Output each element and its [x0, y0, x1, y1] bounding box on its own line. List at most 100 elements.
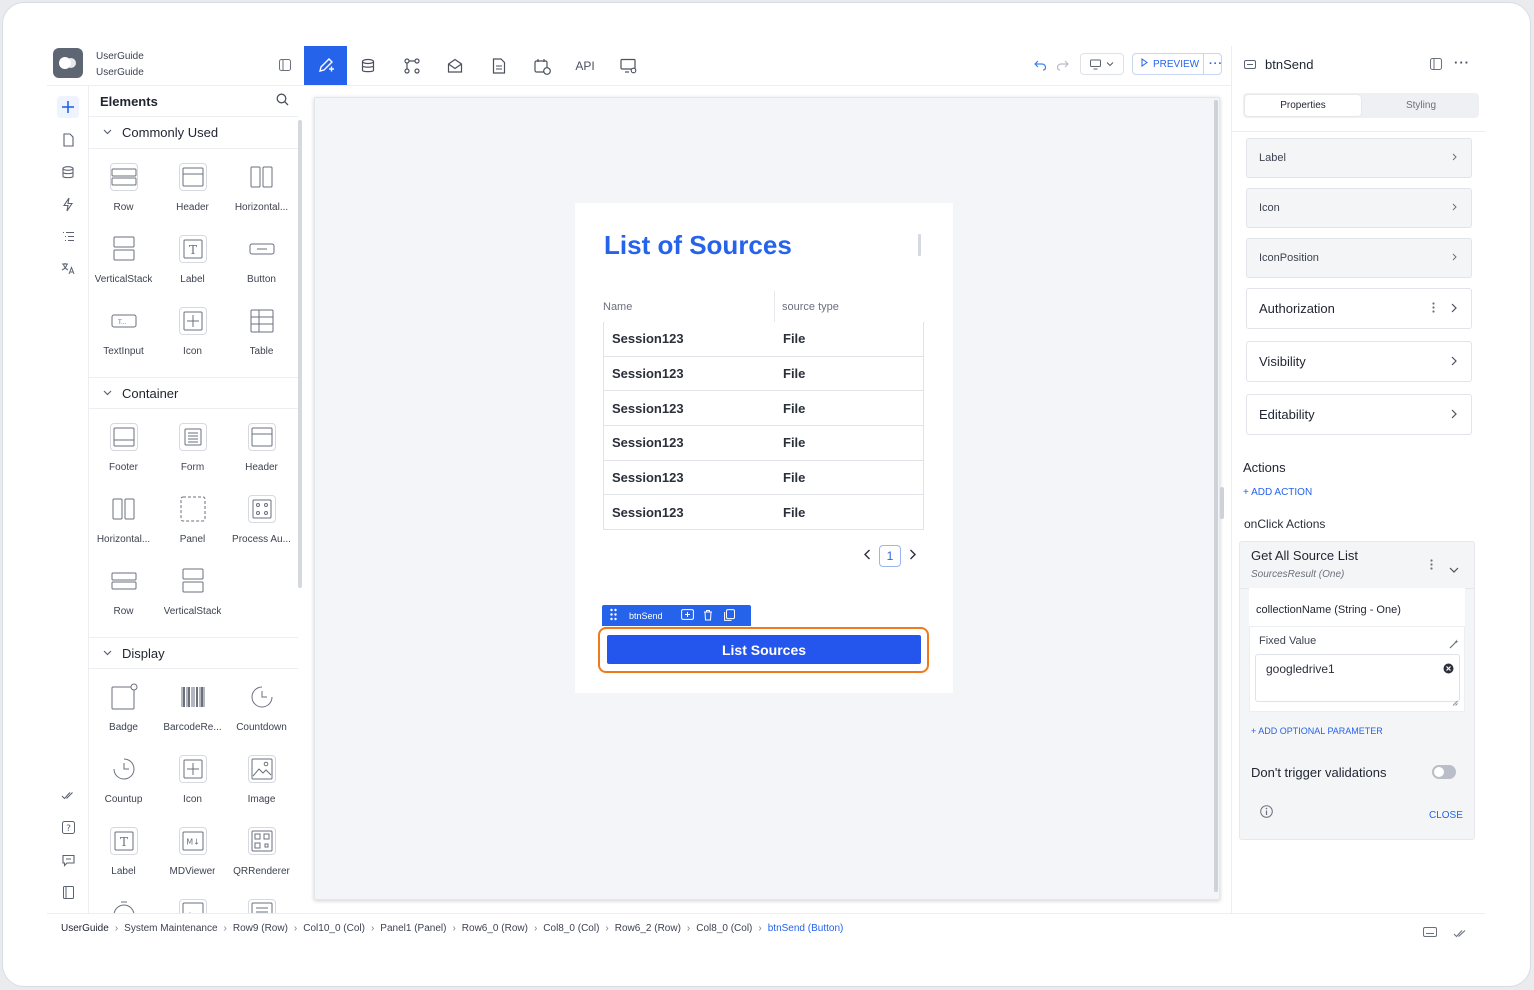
drag-handle-icon[interactable] — [610, 608, 617, 623]
element-label[interactable]: T Label — [158, 229, 227, 301]
element-icon[interactable]: Icon — [158, 749, 227, 821]
breadcrumb-item[interactable]: Col10_0 (Col) — [303, 923, 365, 934]
breadcrumb-item[interactable]: Col8_0 (Col) — [696, 923, 752, 934]
param-value-input[interactable]: googledrive1 — [1255, 654, 1460, 706]
info-icon[interactable] — [1260, 805, 1273, 823]
element-process-automation[interactable]: Process Au... — [227, 489, 296, 561]
breadcrumb-item[interactable]: Col8_0 (Col) — [543, 923, 599, 934]
more-options-icon[interactable]: ··· — [1209, 58, 1223, 70]
prop-iconposition[interactable]: IconPosition — [1246, 238, 1472, 278]
column-header-source-type[interactable]: source type — [775, 301, 839, 313]
element-footer[interactable]: Footer — [89, 417, 158, 489]
data-icon[interactable] — [57, 161, 79, 183]
outline-icon[interactable] — [57, 225, 79, 247]
database-icon[interactable] — [355, 46, 381, 86]
close-button[interactable]: CLOSE — [1429, 810, 1463, 821]
column-header-name[interactable]: Name — [603, 291, 775, 322]
element-verticalstack[interactable]: VerticalStack — [89, 229, 158, 301]
no-validations-toggle[interactable] — [1432, 765, 1456, 779]
prop-label[interactable]: Label — [1246, 138, 1472, 178]
element-header[interactable]: Header — [227, 417, 296, 489]
breadcrumb-item[interactable]: Row6_2 (Row) — [615, 923, 681, 934]
comments-icon[interactable] — [57, 849, 79, 871]
more-options-icon[interactable]: ··· — [1454, 55, 1470, 70]
element-countup[interactable]: Countup — [89, 749, 158, 821]
mail-icon[interactable] — [442, 46, 468, 86]
tab-styling[interactable]: Styling — [1363, 93, 1479, 118]
resize-grip-icon[interactable] — [1452, 693, 1458, 711]
element-textinput[interactable]: T... TextInput — [89, 301, 158, 373]
element-barcode[interactable]: BarcodeRe... — [158, 677, 227, 749]
panel-layout-icon[interactable] — [279, 58, 291, 76]
card-scrollbar[interactable] — [918, 234, 921, 256]
prop-icon[interactable]: Icon — [1246, 188, 1472, 228]
breadcrumb-current[interactable]: btnSend (Button) — [768, 923, 844, 934]
element-list[interactable] — [227, 893, 296, 913]
panel-toggle-icon[interactable] — [1430, 58, 1442, 73]
element-button[interactable]: Button — [227, 229, 296, 301]
prop-authorization[interactable]: Authorization — [1246, 288, 1472, 329]
add-action-link[interactable]: + ADD ACTION — [1243, 487, 1312, 498]
checks-icon[interactable] — [1453, 925, 1468, 943]
param-mode[interactable]: Fixed Value — [1259, 635, 1316, 647]
resize-handle[interactable] — [1220, 487, 1224, 519]
workflow-icon[interactable] — [399, 46, 425, 86]
wrap-icon[interactable] — [681, 609, 694, 622]
magic-wand-icon[interactable] — [1449, 636, 1459, 654]
next-page-icon[interactable] — [909, 549, 917, 563]
design-tab-icon[interactable] — [304, 46, 347, 86]
table-row[interactable]: Session123 File — [603, 495, 924, 531]
sources-table[interactable]: Name source type Session123 File Session1… — [603, 291, 924, 531]
table-row[interactable]: Session123 File — [603, 356, 924, 392]
help-icon[interactable]: ? — [57, 816, 79, 838]
breadcrumb-item[interactable]: System Maintenance — [124, 923, 217, 934]
element-panel[interactable]: Panel — [158, 489, 227, 561]
element-horizontal[interactable]: Horizontal... — [89, 489, 158, 561]
delete-icon[interactable] — [703, 609, 713, 623]
section-commonly-used[interactable]: Commonly Used — [89, 117, 298, 149]
device-settings-icon[interactable] — [615, 46, 641, 86]
element-image[interactable]: Image — [227, 749, 296, 821]
checks-icon[interactable] — [57, 784, 79, 806]
redo-icon[interactable] — [1056, 58, 1069, 76]
table-row[interactable]: Session123 File — [603, 322, 924, 357]
kebab-icon[interactable] — [1432, 301, 1435, 316]
section-container[interactable]: Container — [89, 377, 298, 409]
element-icon[interactable]: Icon — [158, 301, 227, 373]
prop-visibility[interactable]: Visibility — [1246, 341, 1472, 382]
table-row[interactable]: Session123 File — [603, 391, 924, 427]
page-title[interactable]: List of Sources — [604, 230, 792, 261]
component-name[interactable]: btnSend — [1265, 57, 1313, 72]
element-timer[interactable] — [89, 893, 158, 913]
element-qrrenderer[interactable]: QRRenderer — [227, 821, 296, 893]
canvas-scrollbar[interactable] — [1214, 100, 1218, 892]
element-verticalstack[interactable]: VerticalStack — [158, 561, 227, 633]
element-header[interactable]: Header — [158, 157, 227, 229]
pages-icon[interactable] — [57, 129, 79, 151]
breadcrumb-item[interactable]: Panel1 (Panel) — [380, 923, 446, 934]
book-icon[interactable] — [57, 881, 79, 903]
duplicate-icon[interactable] — [724, 608, 735, 623]
element-image-2[interactable] — [158, 893, 227, 913]
app-logo-icon[interactable] — [53, 48, 83, 78]
tab-properties[interactable]: Properties — [1245, 95, 1361, 116]
section-display[interactable]: Display — [89, 637, 298, 669]
breadcrumb-item[interactable]: Row9 (Row) — [233, 923, 288, 934]
table-row[interactable]: Session123 File — [603, 426, 924, 461]
element-horizontal[interactable]: Horizontal... — [227, 157, 296, 229]
preview-button[interactable]: PREVIEW ··· — [1132, 53, 1222, 75]
prev-page-icon[interactable] — [863, 549, 871, 563]
element-table[interactable]: Table — [227, 301, 296, 373]
breadcrumb-item[interactable]: UserGuide — [61, 923, 109, 934]
element-row[interactable]: Row — [89, 157, 158, 229]
add-elements-icon[interactable] — [57, 96, 79, 118]
translate-icon[interactable] — [57, 257, 79, 279]
chevron-down-icon[interactable] — [1449, 560, 1459, 578]
prop-editability[interactable]: Editability — [1246, 394, 1472, 435]
page-number[interactable]: 1 — [879, 545, 901, 567]
elements-scrollbar[interactable] — [298, 120, 302, 588]
add-optional-parameter-link[interactable]: + ADD OPTIONAL PARAMETER — [1251, 726, 1383, 736]
list-sources-button[interactable]: List Sources — [607, 635, 921, 664]
undo-icon[interactable] — [1034, 58, 1047, 76]
clear-icon[interactable] — [1443, 661, 1454, 679]
